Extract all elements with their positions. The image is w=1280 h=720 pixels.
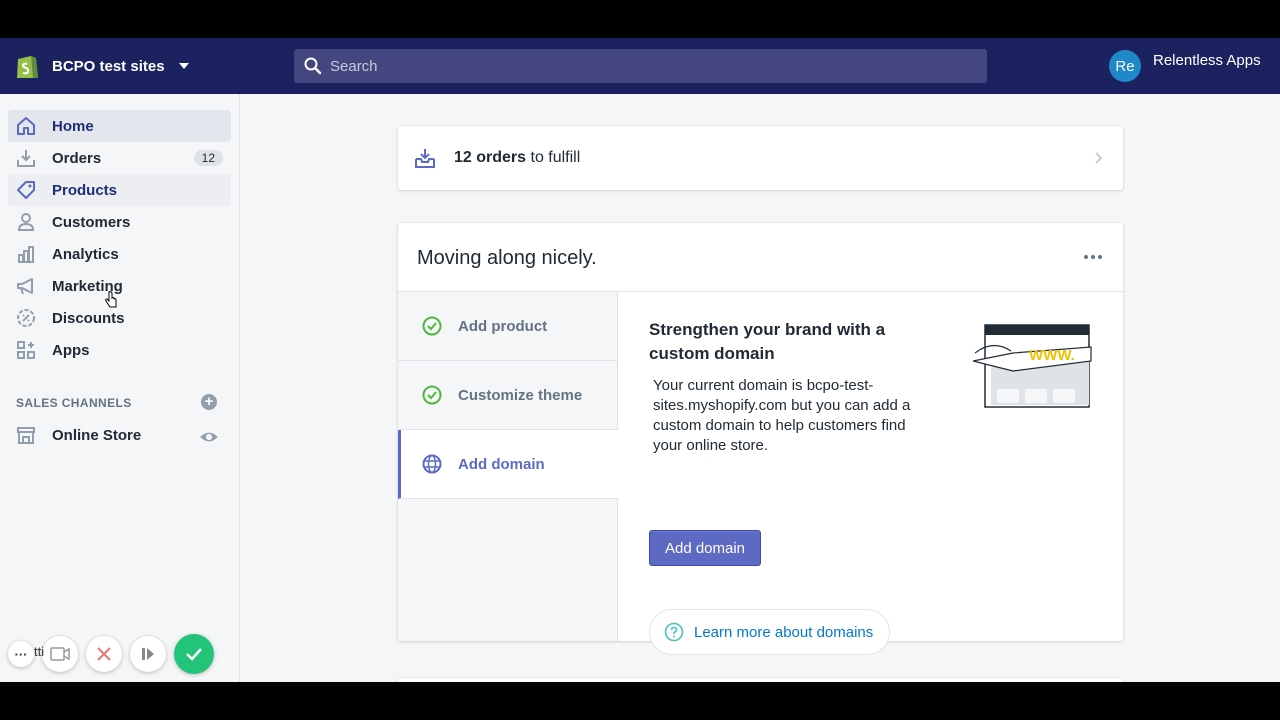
screen-recorder-controls: ··· tti (8, 634, 214, 674)
step-add-domain[interactable]: Add domain (398, 430, 618, 499)
close-icon (97, 647, 111, 661)
sidebar-item-label: Home (52, 117, 94, 135)
domain-illustration: WWW. (973, 324, 1092, 408)
letterbox-bottom (0, 682, 1280, 720)
orders-count: 12 orders (454, 149, 527, 166)
discount-icon (17, 309, 35, 327)
sidebar-item-marketing[interactable]: Marketing (8, 270, 231, 302)
shopify-logo-icon (17, 56, 38, 78)
bar-chart-icon (18, 246, 34, 263)
hand-cursor-icon (105, 291, 117, 308)
step-detail: Strengthen your brand with a custom doma… (649, 318, 910, 456)
setup-steps-list: Add product Customize theme Add domain (398, 292, 618, 641)
orders-to-fulfill-text: 12 orders to fulfill (454, 149, 580, 167)
learn-more-link[interactable]: Learn more about domains (649, 609, 891, 655)
sidebar-item-home[interactable]: Home (8, 110, 231, 142)
search-bar[interactable] (294, 49, 987, 83)
sidebar-item-label: Analytics (52, 245, 119, 263)
step-label: Add product (458, 317, 548, 335)
recorder-label: tti (34, 644, 45, 659)
sidebar-item-label: Apps (52, 341, 90, 359)
search-icon (304, 57, 322, 75)
fulfill-inbox-icon (415, 149, 435, 168)
camera-toggle-button[interactable] (42, 636, 78, 672)
checkmark-circle-icon (422, 316, 442, 336)
help-circle-icon (664, 622, 684, 642)
illustration-text: WWW. (1029, 347, 1075, 364)
search-input[interactable] (330, 57, 930, 75)
setup-guide-card: Moving along nicely. Add product Customi… (398, 223, 1123, 655)
step-label: Customize theme (458, 386, 583, 404)
recorder-resume-button[interactable] (130, 636, 166, 672)
video-camera-icon (50, 647, 70, 661)
checkmark-icon (186, 648, 202, 661)
megaphone-icon (17, 278, 33, 295)
caret-down-icon (178, 63, 189, 69)
recorder-finish-button[interactable] (174, 634, 214, 674)
sidebar-item-label: Customers (52, 213, 131, 231)
sidebar-item-discounts[interactable]: Discounts (8, 302, 231, 334)
orders-icon (17, 150, 35, 167)
tag-icon (17, 181, 35, 199)
top-bar: BCPO test sites Re Relentless Apps (0, 38, 1280, 94)
sidebar-item-products[interactable]: Products (8, 174, 231, 206)
sidebar-item-label: Discounts (52, 309, 125, 327)
user-name: Relentless Apps (1153, 51, 1261, 69)
avatar: Re (1109, 50, 1141, 82)
sidebar: Home Orders 12 Products Customers Analyt… (0, 94, 240, 682)
store-switcher[interactable]: BCPO test sites (14, 52, 189, 80)
home-icon (17, 117, 35, 135)
detail-body: Your current domain is bcpo-test-sites.m… (653, 377, 911, 454)
setup-title: Moving along nicely. (417, 247, 597, 269)
sidebar-item-label: Online Store (52, 426, 142, 444)
step-add-product[interactable]: Add product (398, 292, 617, 361)
step-customize-theme[interactable]: Customize theme (398, 361, 617, 430)
apps-icon (17, 341, 35, 359)
sidebar-item-orders[interactable]: Orders 12 (8, 142, 231, 174)
step-label: Add domain (458, 455, 545, 473)
sidebar-item-apps[interactable]: Apps (8, 334, 231, 366)
sales-channels-heading: SALES CHANNELS (16, 396, 132, 410)
person-icon (17, 213, 35, 231)
sidebar-item-customers[interactable]: Customers (8, 206, 231, 238)
globe-icon (422, 454, 442, 474)
chevron-right-icon (1095, 152, 1103, 164)
recorder-cancel-button[interactable] (86, 636, 122, 672)
sidebar-item-label: Products (52, 181, 118, 199)
sidebar-item-online-store[interactable]: Online Store (8, 419, 231, 451)
store-name: BCPO test sites (52, 57, 165, 75)
sidebar-item-analytics[interactable]: Analytics (8, 238, 231, 270)
checkmark-circle-icon (422, 385, 442, 405)
recorder-more-button[interactable]: ··· (8, 641, 34, 667)
user-menu[interactable]: Re Relentless Apps (1109, 50, 1261, 82)
orders-to-fulfill-card[interactable]: 12 orders to fulfill (398, 126, 1123, 190)
learn-more-label: Learn more about domains (694, 623, 874, 641)
app-frame: BCPO test sites Re Relentless Apps Home … (0, 38, 1280, 682)
orders-suffix: to fulfill (526, 149, 581, 166)
add-domain-button[interactable]: Add domain (649, 530, 761, 566)
store-icon (17, 427, 35, 444)
add-channel-icon[interactable]: + (201, 394, 217, 410)
orders-count-badge: 12 (193, 150, 223, 166)
sidebar-item-label: Orders (52, 149, 102, 167)
play-icon (142, 648, 154, 660)
more-options-icon[interactable] (1083, 253, 1103, 261)
detail-title: Strengthen your brand with a custom doma… (649, 320, 886, 363)
eye-icon[interactable] (199, 427, 219, 447)
